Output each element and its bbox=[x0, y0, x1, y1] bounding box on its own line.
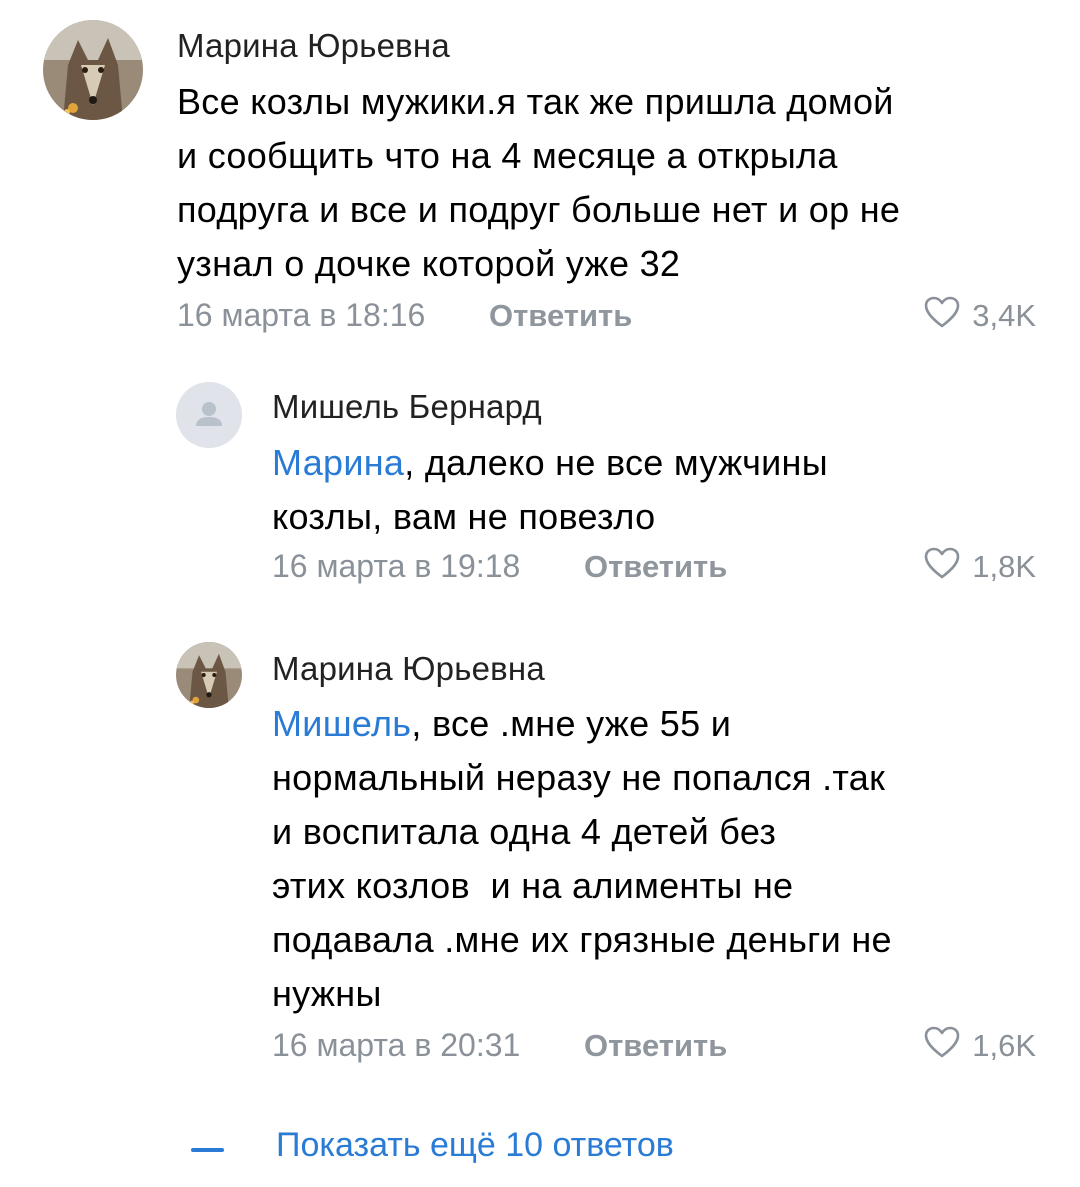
comment-text-line: Мишель, все .мне уже 55 и bbox=[272, 697, 892, 751]
comment-text: Все козлы мужики.я так же пришла домой и… bbox=[177, 75, 900, 291]
comment-author[interactable]: Марина Юрьевна bbox=[272, 650, 545, 688]
reply-button[interactable]: Ответить bbox=[584, 1028, 727, 1064]
mention-link[interactable]: Мишель bbox=[272, 703, 411, 744]
comment-text-line: этих козлов и на алименты не bbox=[272, 865, 794, 906]
comment-text-line: Все козлы мужики.я так же пришла домой bbox=[177, 81, 894, 122]
comment-text-line: и сообщить что на 4 месяце а открыла bbox=[177, 135, 838, 176]
comment-date: 16 марта в 20:31 bbox=[272, 1027, 521, 1063]
comment-text-line: козлы, вам не повезло bbox=[272, 496, 656, 537]
heart-icon bbox=[924, 547, 960, 587]
comment-text-line: подруга и все и подруг больше нет и ор н… bbox=[177, 189, 901, 230]
heart-icon bbox=[924, 296, 960, 336]
dash-icon bbox=[191, 1148, 224, 1152]
heart-icon bbox=[924, 1026, 960, 1066]
show-more-replies-link[interactable]: Показать ещё 10 ответов bbox=[276, 1126, 674, 1165]
wolf-avatar[interactable] bbox=[43, 20, 143, 120]
comment-text: Марина, далеко не все мужчины козлы, вам… bbox=[272, 436, 828, 544]
like-button[interactable]: 1,8K bbox=[924, 547, 1036, 587]
comment-date: 16 марта в 18:16 bbox=[177, 297, 426, 333]
comment-text-line: и воспитала одна 4 детей без bbox=[272, 811, 777, 852]
like-button[interactable]: 3,4K bbox=[924, 296, 1036, 336]
comment-text-line: узнал о дочке которой уже 32 bbox=[177, 243, 681, 284]
comment-text-line: подавала .мне их грязные деньги не bbox=[272, 919, 892, 960]
like-count: 1,6K bbox=[972, 1028, 1036, 1063]
comment-author[interactable]: Мишель Бернард bbox=[272, 388, 542, 426]
show-more-replies[interactable]: Показать ещё 10 ответов bbox=[0, 1118, 1080, 1174]
like-count: 3,4K bbox=[972, 298, 1036, 333]
reply-button[interactable]: Ответить bbox=[489, 298, 632, 334]
like-count: 1,8K bbox=[972, 549, 1036, 584]
comment-author[interactable]: Марина Юрьевна bbox=[177, 27, 450, 65]
mention-link[interactable]: Марина bbox=[272, 442, 404, 483]
comment-text-line: Марина, далеко не все мужчины bbox=[272, 436, 828, 490]
comment-text-line: нужны bbox=[272, 973, 382, 1014]
like-button[interactable]: 1,6K bbox=[924, 1026, 1036, 1066]
comment-text-segment: , далеко не все мужчины bbox=[404, 442, 828, 483]
wolf-avatar[interactable] bbox=[176, 642, 242, 708]
comment-text: Мишель, все .мне уже 55 и нормальный нер… bbox=[272, 697, 892, 1021]
reply-button[interactable]: Ответить bbox=[584, 549, 727, 585]
comment-date: 16 марта в 19:18 bbox=[272, 548, 521, 584]
comment-text-segment: , все .мне уже 55 и bbox=[411, 703, 732, 744]
placeholder-user-avatar[interactable] bbox=[176, 382, 242, 448]
comment-text-line: нормальный неразу не попался .так bbox=[272, 757, 886, 798]
